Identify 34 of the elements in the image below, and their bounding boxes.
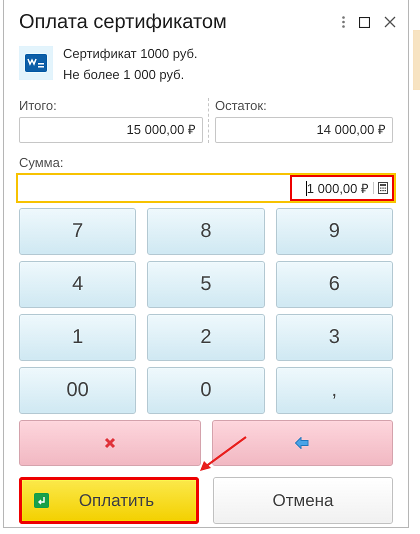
- maximize-icon[interactable]: [359, 16, 370, 28]
- certificate-icon: [19, 46, 53, 80]
- certificate-limit: Не более 1 000 руб.: [63, 67, 186, 82]
- back-arrow-icon: [295, 437, 310, 449]
- keypad-key[interactable]: 5: [147, 261, 265, 308]
- keypad-key[interactable]: 7: [19, 208, 136, 255]
- sum-input-field[interactable]: 1 000,00 ₽: [16, 173, 396, 203]
- cancel-button[interactable]: Отмена: [213, 477, 393, 524]
- amount-field: 15 000,00 ₽: [19, 117, 203, 143]
- field-label: Итого:: [19, 98, 58, 113]
- keypad-key[interactable]: 0: [147, 367, 265, 414]
- field-label: Сумма:: [19, 155, 64, 170]
- keypad-key[interactable]: 6: [276, 261, 393, 308]
- window-title: Оплата сертификатом: [18, 10, 228, 34]
- certificate-name: Сертификат 1000 руб.: [63, 46, 198, 61]
- close-icon[interactable]: [384, 16, 396, 28]
- keypad-key[interactable]: 1: [19, 314, 136, 361]
- annotation-arrow: [200, 436, 247, 471]
- background-panel-edge: [413, 30, 420, 90]
- enter-icon: [34, 493, 49, 508]
- keypad-key[interactable]: 4: [19, 261, 136, 308]
- calculator-icon[interactable]: [378, 182, 388, 194]
- clear-icon: [104, 437, 116, 449]
- keypad-key[interactable]: 2: [147, 314, 265, 361]
- keypad-key[interactable]: 3: [276, 314, 393, 361]
- keypad-key[interactable]: 8: [147, 208, 265, 255]
- keypad-key[interactable]: 9: [276, 208, 393, 255]
- more-icon[interactable]: [342, 16, 345, 28]
- pay-button[interactable]: Оплатить: [19, 477, 199, 524]
- field-value: 1 000,00 ₽: [306, 180, 369, 197]
- field-label: Остаток:: [215, 98, 268, 113]
- keypad-key[interactable]: ,: [276, 367, 393, 414]
- keypad-key[interactable]: 00: [19, 367, 136, 414]
- amount-field: 14 000,00 ₽: [215, 117, 393, 143]
